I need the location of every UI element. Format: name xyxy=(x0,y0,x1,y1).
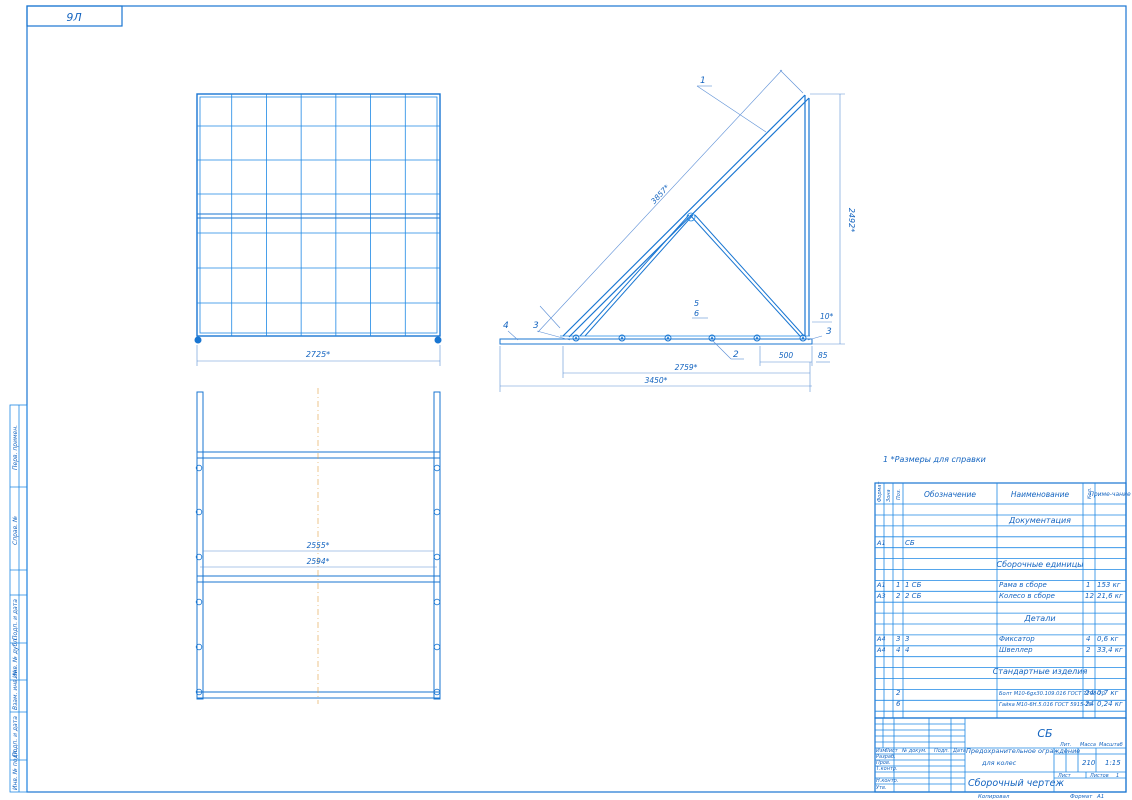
spec-doc-designation: СБ xyxy=(905,539,915,547)
spec-r3-format: А4 xyxy=(876,635,886,643)
spec-r3-qty: 4 xyxy=(1086,635,1090,643)
spec-h-pos: Поз. xyxy=(896,489,902,500)
tb-scale: 1:15 xyxy=(1105,759,1121,767)
side-dim-2759: 2759* xyxy=(675,363,698,372)
outer-frame xyxy=(26,5,1127,793)
reference-note: 1 *Размеры для справки xyxy=(883,455,986,464)
callout-1: 1 xyxy=(700,76,706,86)
spec-r6-qty: 24 xyxy=(1085,700,1094,708)
spec-r1-designation: 1 СБ xyxy=(905,581,922,589)
spec-r6-pos: 6 xyxy=(896,700,901,708)
spec-r1-name: Рама в сборе xyxy=(999,581,1047,589)
spec-r1-pos: 1 xyxy=(896,581,900,589)
spec-r5-note: 0,7 кг xyxy=(1097,689,1119,697)
title-block: СБ Изм. Лист № докум. Подп. Дата Разраб.… xyxy=(874,717,1127,793)
callout-2: 2 xyxy=(733,350,739,360)
format-value: А1 xyxy=(1096,794,1104,800)
tb-mass-label: Масса xyxy=(1080,742,1096,748)
spec-r3-pos: 3 xyxy=(896,635,900,643)
spec-r3-note: 0,6 кг xyxy=(1097,635,1119,643)
side-dim-85: 85 xyxy=(818,351,828,360)
spec-sec-standard: Стандартные изделия xyxy=(993,667,1088,676)
spec-r2-pos: 2 xyxy=(896,592,901,600)
spec-r4-name: Швеллер xyxy=(999,646,1033,654)
tb-sheets-label: Листов xyxy=(1089,773,1109,779)
spec-r2-name: Колесо в сборе xyxy=(999,592,1055,600)
front-view: 2725* xyxy=(194,93,442,366)
tb-role-5: Н.контр. xyxy=(876,778,898,784)
format-label: Формат xyxy=(1070,794,1093,800)
spec-r4-pos: 4 xyxy=(896,646,900,654)
callout-4: 4 xyxy=(503,321,509,331)
spec-r4-format: А4 xyxy=(876,646,886,654)
spec-sec-documentation: Документация xyxy=(1008,516,1071,525)
tb-sheets: 1 xyxy=(1116,773,1119,779)
spec-r4-qty: 2 xyxy=(1086,646,1091,654)
spec-h-designation: Обозначение xyxy=(924,490,976,499)
side-dim-diag: 3857* xyxy=(649,183,671,206)
tb-title-line1: Предохранительное ограждение xyxy=(966,747,1080,755)
tb-row-doc: № докум. xyxy=(901,748,927,754)
top-view: 2555* 2594* xyxy=(195,388,441,704)
spec-r3-designation: 3 xyxy=(905,635,909,643)
tb-role-3: Т.контр. xyxy=(876,766,898,772)
drawing-sheet: 9Л Перв. примен. Справ. № Подп. и дата И… xyxy=(9,5,1131,800)
spec-doc-format: А1 xyxy=(876,539,886,547)
callout-6: 6 xyxy=(694,309,699,318)
tb-mass: 210 xyxy=(1082,759,1096,767)
spec-sec-parts: Детали xyxy=(1023,614,1055,623)
side-view: 3857* 2492* 10* 500 85 2759* 3450* 1 2 3… xyxy=(499,69,856,392)
spec-r6-name: Гайка М10-6Н.5.016 ГОСТ 5915-70 xyxy=(999,702,1092,708)
tb-row-date: Дата xyxy=(952,748,966,754)
top-dim-2555: 2555* xyxy=(307,541,330,550)
tb-lit-label: Лит. xyxy=(1059,742,1072,748)
side-dim-3450: 3450* xyxy=(645,376,668,385)
top-dim-2594: 2594* xyxy=(307,557,330,566)
callout-3b: 3 xyxy=(826,327,832,337)
strip-label-2: Справ. № xyxy=(12,516,19,545)
tb-scale-label: Масштаб xyxy=(1099,742,1123,748)
spec-sec-assembly: Сборочные единицы xyxy=(997,560,1084,569)
spec-h-name: Наименование xyxy=(1011,490,1070,499)
copied-label: Копировал xyxy=(978,794,1010,800)
spec-r3-name: Фиксатор xyxy=(999,635,1035,643)
spec-r1-format: А1 xyxy=(876,581,886,589)
strip-label-5: Взам. инв. № xyxy=(12,669,19,710)
spec-r2-designation: 2 СБ xyxy=(905,592,922,600)
side-dim-height: 2492* xyxy=(847,208,856,232)
callout-3a: 3 xyxy=(533,321,539,331)
strip-label-7: Инв. № подл. xyxy=(12,749,19,790)
tb-row-sign: Подп. xyxy=(934,748,949,754)
spec-r5-qty: 24 xyxy=(1085,689,1094,697)
side-dim-500: 500 xyxy=(779,351,794,360)
spec-h-format: Формат xyxy=(877,481,883,502)
spec-r2-qty: 12 xyxy=(1085,592,1094,600)
spec-r1-qty: 1 xyxy=(1086,581,1090,589)
front-dim-width: 2725* xyxy=(306,350,330,359)
spec-r2-note: 21,6 кг xyxy=(1097,592,1123,600)
tb-sheet-label: Лист xyxy=(1057,773,1072,779)
tb-role-6: Утв. xyxy=(876,785,887,791)
spec-h-zone: Зона xyxy=(886,489,892,502)
side-strip: Перв. примен. Справ. № Подп. и дата Инв.… xyxy=(9,404,28,793)
strip-label-1: Перв. примен. xyxy=(12,425,19,470)
spec-r1-note: 153 кг xyxy=(1097,581,1121,589)
side-dim-angle: 10* xyxy=(820,312,834,321)
spec-h-note: Приме-чание xyxy=(1089,491,1131,498)
callout-5: 5 xyxy=(694,299,699,308)
spec-r2-format: А3 xyxy=(876,592,886,600)
spec-r5-pos: 2 xyxy=(896,689,901,697)
spec-r4-designation: 4 xyxy=(905,646,909,654)
tb-title-line2: для колес xyxy=(981,759,1017,767)
tb-doc-type: Сборочный чертеж xyxy=(968,778,1065,789)
spec-r6-note: 0,24 кг xyxy=(1097,700,1123,708)
tb-code: СБ xyxy=(1037,727,1052,740)
spec-table: Формат Зона Поз. Обозначение Наименовани… xyxy=(874,481,1131,719)
corner-stamp: 9Л xyxy=(66,11,81,24)
strip-label-3: Подп. и дата xyxy=(12,599,19,640)
spec-r4-note: 33,4 кг xyxy=(1097,646,1123,654)
